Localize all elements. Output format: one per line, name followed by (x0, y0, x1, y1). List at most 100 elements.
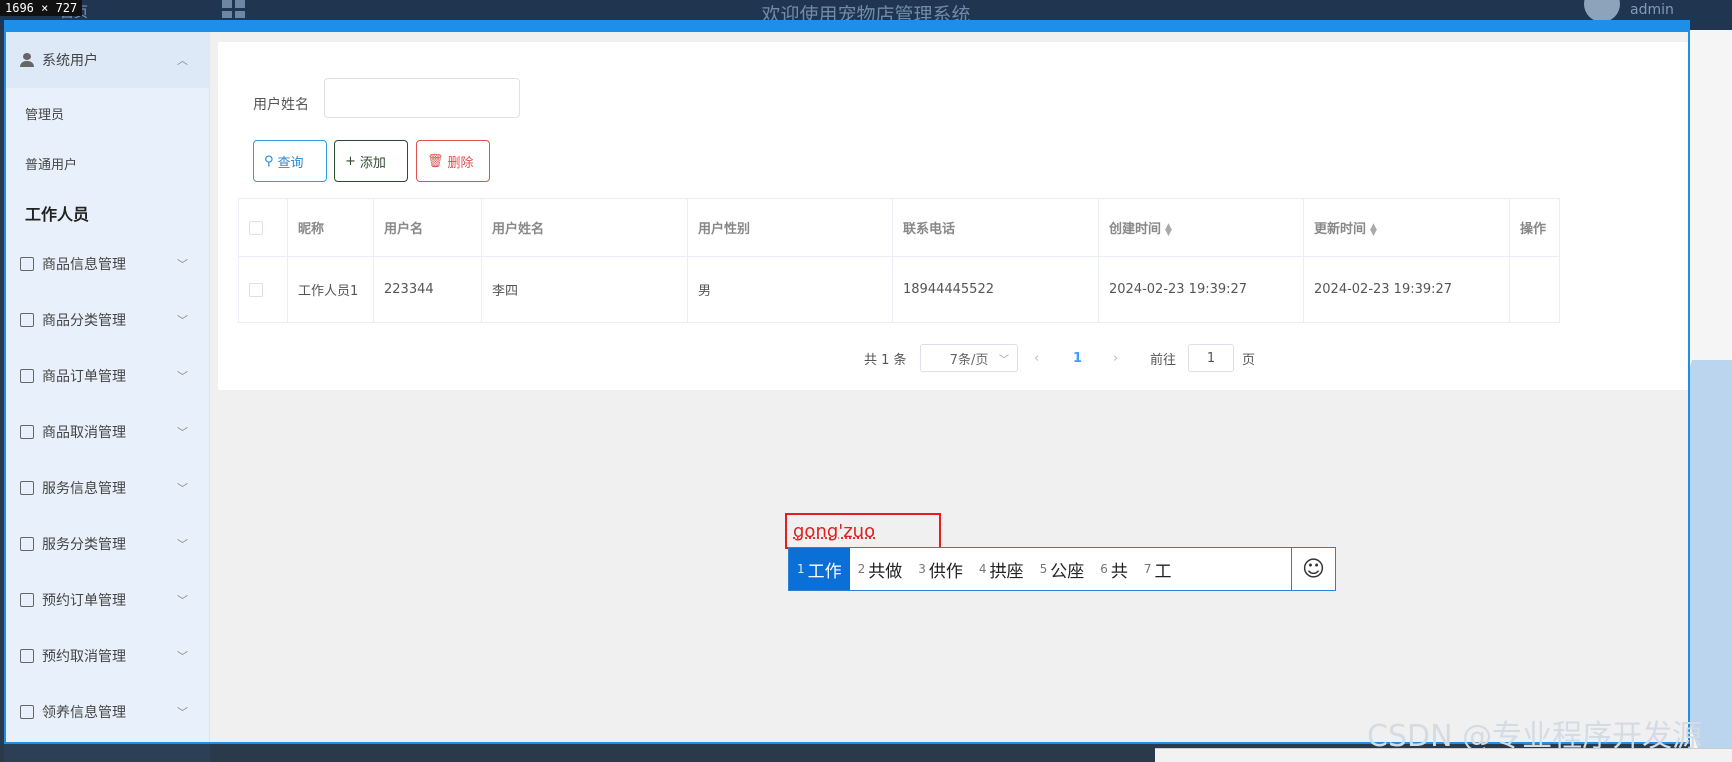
user-name-search-input[interactable] (324, 78, 520, 118)
sidebar-group-system-users[interactable]: 系统用户 ︿ (4, 32, 210, 88)
chevron-down-icon: ﹀ (177, 538, 188, 551)
sidebar-group-label: 商品订单管理 (42, 369, 126, 385)
chevron-down-icon: ﹀ (177, 258, 188, 271)
prev-page-icon[interactable]: ‹ (1034, 344, 1039, 372)
col-gender: 用户性别 (687, 198, 893, 257)
sidebar-group-label: 商品分类管理 (42, 313, 126, 329)
ime-candidate[interactable]: 2 共做 (850, 548, 911, 590)
chevron-down-icon: ﹀ (177, 314, 188, 327)
sidebar-group-label: 预约订单管理 (42, 593, 126, 609)
box-icon (20, 313, 34, 327)
table-row: 工作人员1 223344 李四 男 18944445522 2024-02-23… (238, 256, 1560, 323)
row-checkbox[interactable] (249, 282, 263, 297)
cell-gender: 男 (687, 256, 893, 323)
plus-icon: + (345, 153, 356, 169)
chevron-down-icon: ﹀ (177, 594, 188, 607)
col-realname: 用户姓名 (481, 198, 688, 257)
capture-toolbar[interactable] (1155, 748, 1732, 762)
cell-created: 2024-02-23 19:39:27 (1098, 256, 1304, 323)
box-icon (20, 649, 34, 663)
sidebar-group-label: 商品取消管理 (42, 425, 126, 441)
col-created[interactable]: 创建时间 ▲ ▼ (1098, 198, 1304, 257)
cell-username: 223344 (373, 256, 482, 323)
goto-page-input[interactable]: 1 (1188, 344, 1234, 372)
staff-table: 昵称 用户名 用户姓名 用户性别 联系电话 创建时间 ▲ ▼ 更新时间 ▲ ▼ 操作 工… (238, 198, 1560, 323)
sort-icon[interactable]: ▲ ▼ (1370, 222, 1377, 237)
box-icon (20, 593, 34, 607)
select-all-checkbox[interactable] (249, 220, 263, 235)
ime-candidate[interactable]: 4 拱座 (971, 548, 1032, 590)
sidebar-group-label: 系统用户 (42, 53, 98, 69)
cell-phone: 18944445522 (892, 256, 1099, 323)
query-button[interactable]: ⚲ 查询 (253, 140, 327, 182)
content-panel: 用户姓名 ⚲ 查询 + 添加 🗑 删除 昵称 用户名 用户姓名 用户性别 联系电… (218, 42, 1690, 390)
sidebar-group-product-category[interactable]: 商品分类管理 ﹀ (4, 292, 210, 348)
sidebar-group-product-info[interactable]: 商品信息管理 ﹀ (4, 236, 210, 292)
next-page-icon[interactable]: › (1113, 344, 1118, 372)
ime-candidate[interactable]: 1 工作 (789, 548, 850, 590)
col-phone: 联系电话 (892, 198, 1099, 257)
sidebar-group-label: 服务信息管理 (42, 481, 126, 497)
box-icon (20, 705, 34, 719)
sort-icon[interactable]: ▲ ▼ (1165, 222, 1172, 237)
box-icon (20, 257, 34, 271)
sidebar-group-label: 领养信息管理 (42, 705, 126, 721)
col-nickname: 昵称 (287, 198, 374, 257)
capture-frame-top (4, 20, 1690, 32)
ime-candidate-bar: 1 工作 2 共做 3 供作 4 拱座 5 公座 6共 7工 ☺ (788, 547, 1336, 591)
sidebar-group-adoption-info[interactable]: 领养信息管理 ﹀ (4, 684, 210, 740)
chevron-down-icon: ﹀ (177, 370, 188, 383)
sidebar: 系统用户 ︿ 管理员 普通用户 工作人员 商品信息管理 ﹀ 商品分类管理 ﹀ 商… (4, 32, 210, 744)
sidebar-group-product-cancel[interactable]: 商品取消管理 ﹀ (4, 404, 210, 460)
emoji-icon[interactable]: ☺ (1291, 548, 1335, 590)
col-actions: 操作 (1509, 198, 1560, 257)
ime-candidate[interactable]: 3 供作 (910, 548, 971, 590)
chevron-down-icon: ﹀ (177, 650, 188, 663)
chevron-down-icon: ﹀ (177, 426, 188, 439)
sidebar-item-staff[interactable]: 工作人员 (4, 188, 210, 238)
search-icon: ⚲ (264, 153, 274, 169)
ime-candidate[interactable]: 6共 (1092, 548, 1136, 590)
row-select-cell (238, 256, 288, 323)
sidebar-group-label: 商品信息管理 (42, 257, 126, 273)
goto-label: 前往 (1150, 352, 1177, 368)
user-icon (20, 53, 34, 67)
box-icon (20, 425, 34, 439)
sidebar-group-booking-order[interactable]: 预约订单管理 ﹀ (4, 572, 210, 628)
box-icon (20, 369, 34, 383)
ime-candidate[interactable]: 5 公座 (1032, 548, 1093, 590)
sidebar-group-product-order[interactable]: 商品订单管理 ﹀ (4, 348, 210, 404)
trash-icon: 🗑 (427, 153, 444, 169)
cell-actions (1509, 256, 1560, 323)
sidebar-group-label: 预约取消管理 (42, 649, 126, 665)
chevron-down-icon: ﹀ (999, 354, 1009, 366)
chevron-down-icon: ﹀ (177, 482, 188, 495)
chevron-up-icon: ︿ (177, 54, 188, 67)
sidebar-item-admin[interactable]: 管理员 (4, 88, 210, 138)
select-all-cell (238, 198, 288, 257)
pagination: 共 1 条 7条/页 ﹀ ‹ 1 › 前往 1 页 (218, 344, 1690, 374)
ime-candidate[interactable]: 7工 (1136, 548, 1180, 590)
ime-candidate-list: 1 工作 2 共做 3 供作 4 拱座 5 公座 6共 7工 (789, 548, 1291, 590)
chevron-down-icon: ﹀ (177, 706, 188, 719)
sidebar-item-normal-user[interactable]: 普通用户 (4, 138, 210, 188)
sidebar-overflow (4, 744, 210, 762)
username[interactable]: admin (1630, 2, 1674, 18)
sidebar-group-service-info[interactable]: 服务信息管理 ﹀ (4, 460, 210, 516)
ime-composition: gong'zuo (785, 513, 941, 549)
table-header-row: 昵称 用户名 用户姓名 用户性别 联系电话 创建时间 ▲ ▼ 更新时间 ▲ ▼ 操作 (238, 198, 1560, 257)
sidebar-group-service-category[interactable]: 服务分类管理 ﹀ (4, 516, 210, 572)
sidebar-group-booking-cancel[interactable]: 预约取消管理 ﹀ (4, 628, 210, 684)
box-icon (20, 537, 34, 551)
screen-size-badge: 1696 × 727 (0, 0, 83, 16)
goto-unit: 页 (1242, 352, 1256, 368)
col-updated[interactable]: 更新时间 ▲ ▼ (1303, 198, 1510, 257)
pagination-total: 共 1 条 (864, 352, 907, 368)
cell-updated: 2024-02-23 19:39:27 (1303, 256, 1510, 323)
add-button[interactable]: + 添加 (334, 140, 408, 182)
col-username: 用户名 (373, 198, 482, 257)
page-number-current[interactable]: 1 (1073, 344, 1082, 372)
page-size-select[interactable]: 7条/页 ﹀ (920, 344, 1018, 372)
sidebar-group-label: 服务分类管理 (42, 537, 126, 553)
delete-button[interactable]: 🗑 删除 (416, 140, 490, 182)
